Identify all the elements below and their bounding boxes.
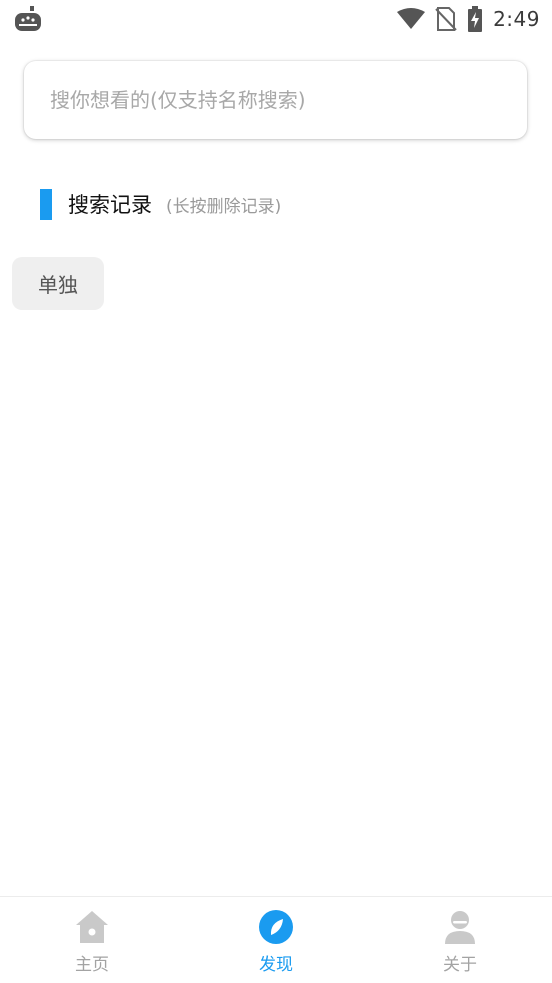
no-sim-icon	[435, 7, 457, 31]
nav-label-home: 主页	[75, 955, 109, 975]
search-history-hint: (长按删除记录)	[166, 196, 282, 217]
status-icons: 2:49	[397, 5, 540, 33]
nav-item-about[interactable]: 关于	[405, 909, 515, 977]
status-bar: 2:49	[0, 0, 552, 38]
home-icon	[76, 911, 108, 943]
wifi-icon	[397, 8, 426, 29]
app-notification-icon	[14, 6, 42, 32]
search-history-title: 搜索记录	[68, 193, 152, 217]
bottom-nav: 主页 发现 关于	[0, 896, 552, 983]
search-input[interactable]	[50, 88, 510, 112]
person-icon	[445, 911, 475, 944]
compass-icon	[259, 910, 293, 944]
nav-item-home[interactable]: 主页	[37, 909, 147, 977]
nav-label-about: 关于	[443, 955, 477, 975]
nav-item-discover[interactable]: 发现	[221, 909, 331, 977]
history-chip[interactable]: 单独	[12, 257, 104, 310]
nav-label-discover: 发现	[259, 955, 293, 975]
search-history-list: 单独	[12, 257, 104, 310]
search-box[interactable]	[24, 61, 527, 139]
battery-charging-icon	[468, 6, 483, 32]
search-history-header: 搜索记录 (长按删除记录)	[40, 188, 281, 220]
section-accent-bar	[40, 188, 52, 220]
status-time: 2:49	[493, 7, 540, 31]
